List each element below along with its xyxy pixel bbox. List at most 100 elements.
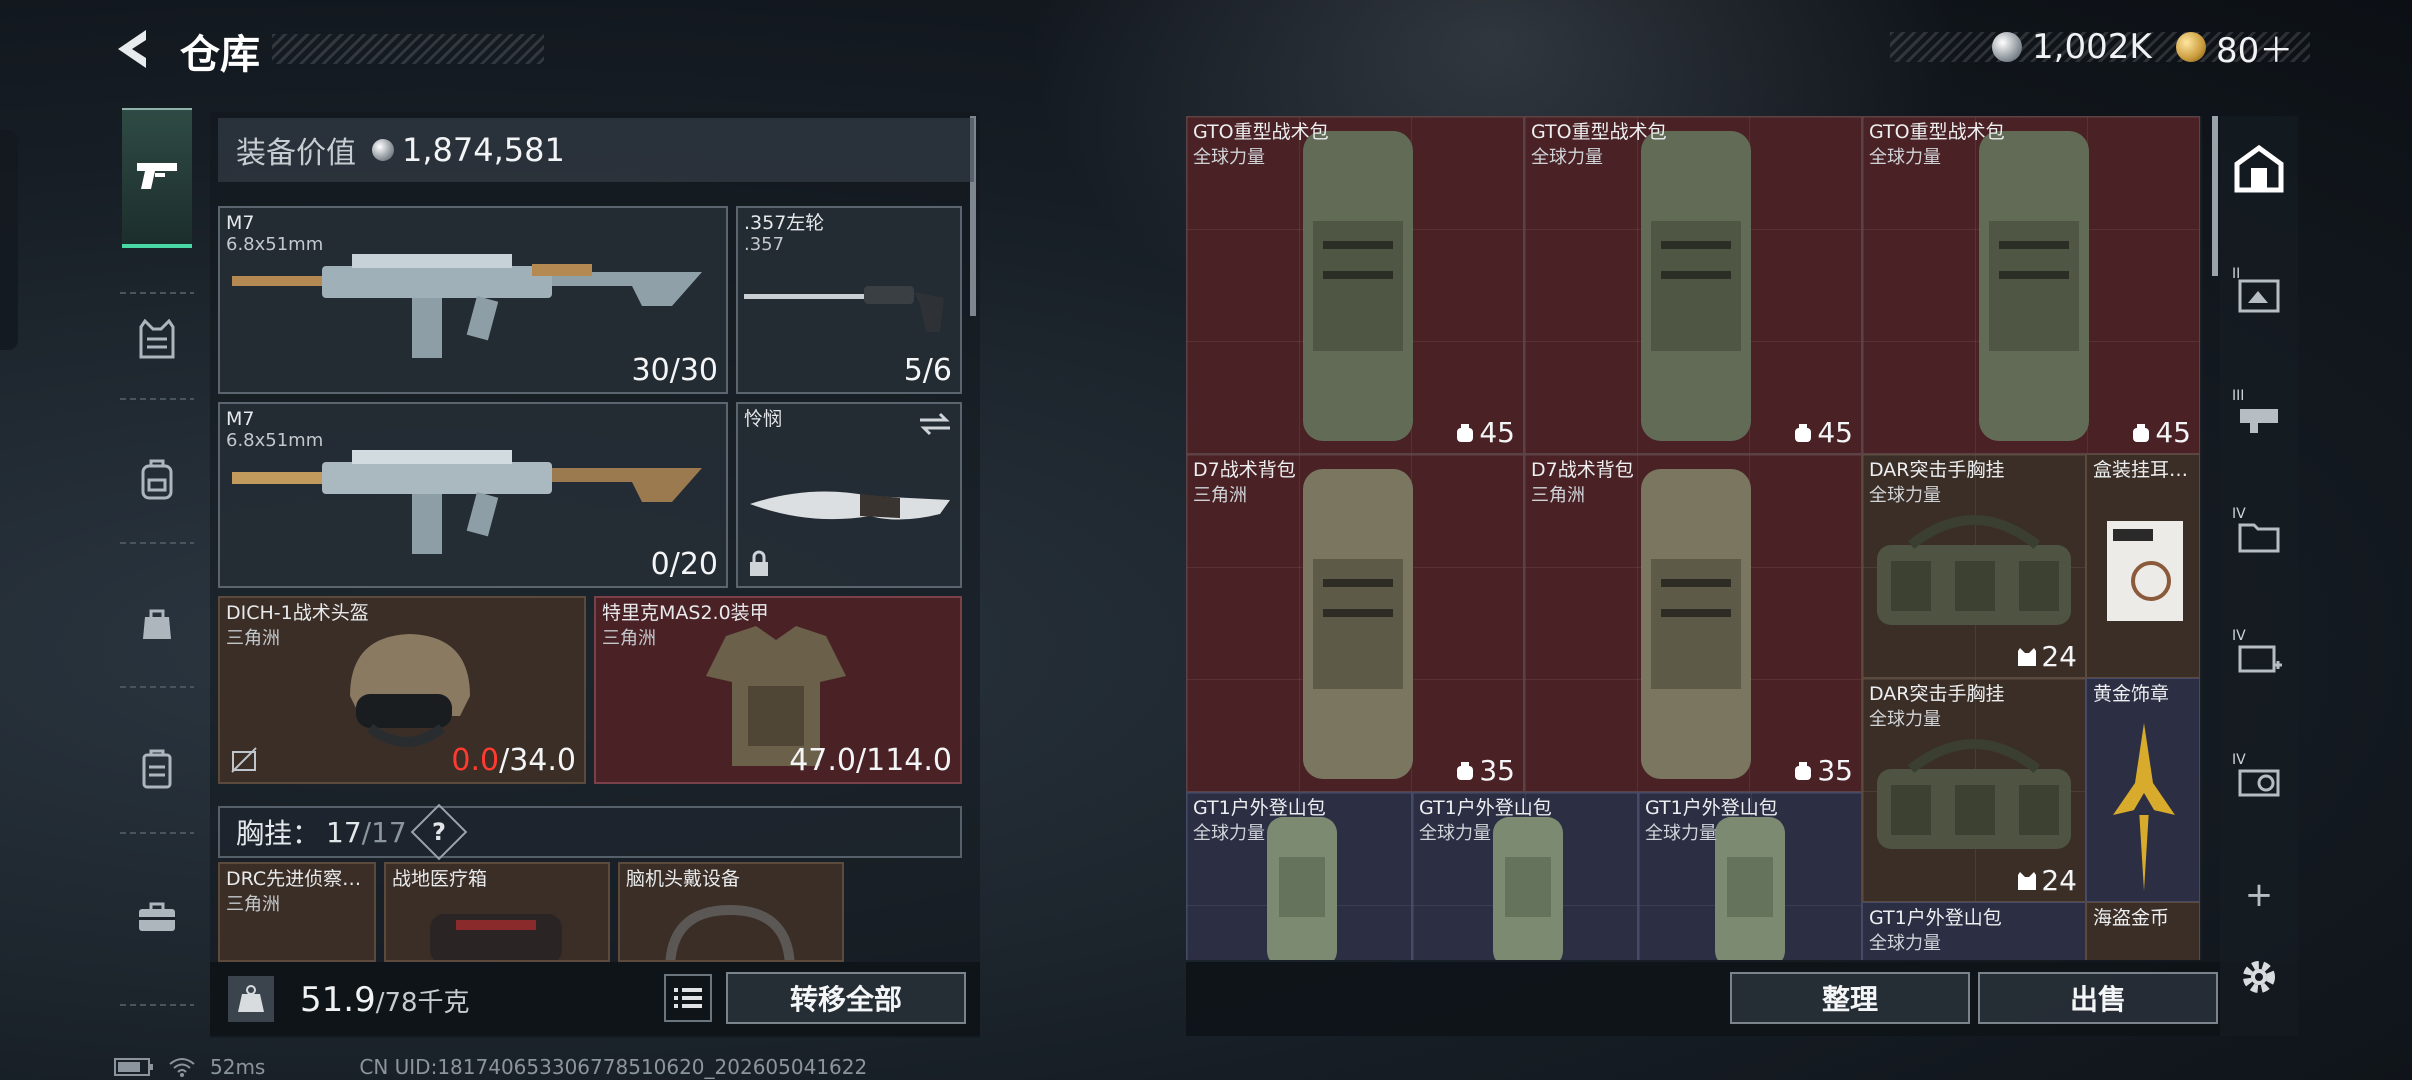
rail-chest-rig[interactable]: [122, 304, 192, 374]
backpack-image: [1303, 469, 1413, 779]
stash-item[interactable]: GTO重型战术包 全球力量 45: [1862, 116, 2200, 454]
silver-currency[interactable]: 1,002K: [1992, 22, 2152, 72]
sell-button[interactable]: 出售: [1978, 972, 2218, 1024]
backpack-image: [1715, 817, 1785, 960]
coffee-box-image: [2107, 521, 2183, 621]
stash-item[interactable]: D7战术背包 三角洲 35: [1524, 454, 1862, 792]
pocket-item[interactable]: 脑机头戴设备: [618, 862, 844, 962]
medkit-image: [430, 914, 562, 960]
capacity: 45: [1455, 416, 1515, 449]
sort-button[interactable]: 整理: [1730, 972, 1970, 1024]
transfer-all-button[interactable]: 转移全部: [726, 972, 966, 1024]
backpack-icon: [1795, 761, 1812, 780]
carry-weight-current: 51.9: [300, 980, 376, 1020]
armor-slot[interactable]: 特里克MAS2.0装甲 三角洲 47.0/114.0: [594, 596, 962, 784]
stash-item[interactable]: D7战术背包 三角洲 35: [1186, 454, 1524, 792]
item-name: DAR突击手胸挂: [1869, 683, 2005, 705]
chest-rig-image: [1877, 515, 2071, 625]
helmet-slot[interactable]: DICH-1战术头盔 三角洲 0.0/34.0: [218, 596, 586, 784]
tier-label: II: [2232, 266, 2241, 282]
rail-toolbox[interactable]: [122, 882, 192, 952]
stash-page-tab[interactable]: III: [2230, 388, 2288, 446]
stash-item[interactable]: GT1户外登山包 全球力量: [1862, 902, 2086, 960]
list-view-button[interactable]: [664, 974, 712, 1022]
backpack-icon: [1795, 423, 1812, 442]
stash-item[interactable]: DAR突击手胸挂 全球力量 24: [1862, 454, 2086, 678]
battery-icon: [114, 1058, 153, 1076]
rail-weapons[interactable]: [122, 108, 192, 248]
stash-home-tab[interactable]: [2230, 140, 2288, 198]
melee-slot[interactable]: 怜悯: [736, 402, 962, 588]
item-faction: 三角洲: [226, 894, 280, 915]
stash-page-tab[interactable]: IV: [2230, 752, 2288, 810]
gold-currency[interactable]: 80＋: [2176, 22, 2293, 72]
item-name: GT1户外登山包: [1645, 797, 1778, 819]
item-name: D7战术背包: [1193, 459, 1296, 481]
primary-weapon-slot[interactable]: M7 6.8x51mm 30/30: [218, 206, 728, 394]
chest-rig-image: [1877, 739, 2071, 849]
backpack-icon: [2133, 423, 2150, 442]
ammo-count: 30/30: [631, 353, 718, 388]
silver-coin-icon: [372, 139, 394, 161]
gold-amount: 80＋: [2216, 30, 2294, 71]
item-name: GT1户外登山包: [1869, 907, 2002, 929]
backpack-image: [1979, 131, 2089, 441]
help-button[interactable]: ?: [410, 803, 468, 861]
equipment-value: 1,874,581: [402, 131, 565, 169]
stash-item[interactable]: GT1户外登山包 全球力量: [1186, 792, 1412, 960]
secondary-weapon-slot[interactable]: M7 6.8x51mm 0/20: [218, 402, 728, 588]
chest-rig-icon: [2018, 871, 2037, 890]
armor-durability: 47.0/114.0: [789, 743, 952, 778]
repair-disabled-icon: [231, 747, 257, 773]
rail-backpack[interactable]: [122, 444, 192, 514]
rail-divider: [120, 292, 194, 294]
pocket-item[interactable]: 战地医疗箱: [384, 862, 610, 962]
stash-item[interactable]: 黄金饰章: [2086, 678, 2200, 902]
item-faction: 全球力量: [1193, 823, 1265, 844]
swap-icon[interactable]: [918, 412, 952, 436]
stash-page-tab[interactable]: II: [2230, 266, 2288, 324]
gold-badge-image: [2113, 723, 2175, 891]
backpack-icon: [141, 459, 173, 500]
stash-page-tab[interactable]: IV: [2230, 506, 2288, 564]
stash-item[interactable]: GTO重型战术包 全球力量 45: [1186, 116, 1524, 454]
item-faction: 全球力量: [1645, 823, 1717, 844]
item-faction: 三角洲: [1193, 485, 1247, 506]
status-bar: 52ms CN UID:181740653306778510620_202605…: [114, 1054, 867, 1080]
wifi-icon: [169, 1058, 195, 1077]
helmet-durability-max: /34.0: [499, 743, 576, 778]
item-name: GT1户外登山包: [1193, 797, 1326, 819]
item-name: 海盗金币: [2093, 907, 2170, 929]
stash-item[interactable]: GT1户外登山包 全球力量: [1638, 792, 1862, 960]
stash-page-tab[interactable]: IV: [2230, 628, 2288, 686]
rail-divider: [120, 832, 194, 834]
rail-pouch[interactable]: [122, 588, 192, 658]
settings-button[interactable]: [2230, 948, 2288, 1006]
item-faction: 全球力量: [1869, 147, 1941, 168]
rail-case[interactable]: [122, 734, 192, 804]
headset-image: [665, 904, 795, 960]
capacity: 45: [2131, 416, 2191, 449]
toolbox-icon: [139, 902, 175, 931]
item-name: 黄金饰章: [2093, 683, 2170, 705]
stash-item[interactable]: GTO重型战术包 全球力量 45: [1524, 116, 1862, 454]
tier-label: III: [2232, 388, 2245, 404]
backpack-icon: [1457, 761, 1474, 780]
tier-label: IV: [2232, 628, 2246, 644]
item-faction: 全球力量: [1419, 823, 1491, 844]
back-arrow-icon[interactable]: [112, 26, 152, 72]
side-drawer-handle[interactable]: [0, 130, 18, 350]
add-stash-page-button[interactable]: +: [2230, 866, 2288, 924]
ammo-count: 0/20: [650, 547, 718, 582]
stash-item[interactable]: GT1户外登山包 全球力量: [1412, 792, 1638, 960]
stash-scrollbar[interactable]: [2212, 116, 2218, 276]
sidearm-slot[interactable]: .357左轮 .357 5/6: [736, 206, 962, 394]
capacity-value: 24: [2041, 640, 2077, 673]
stash-item[interactable]: 盒装挂耳…: [2086, 454, 2200, 678]
stash-item[interactable]: DAR突击手胸挂 全球力量 24: [1862, 678, 2086, 902]
item-faction: 全球力量: [1869, 485, 1941, 506]
armor-faction: 三角洲: [602, 628, 656, 649]
ping-value: 52ms: [210, 1055, 266, 1079]
pocket-item[interactable]: DRC先进侦察… 三角洲: [218, 862, 376, 962]
stash-item[interactable]: 海盗金币: [2086, 902, 2200, 960]
